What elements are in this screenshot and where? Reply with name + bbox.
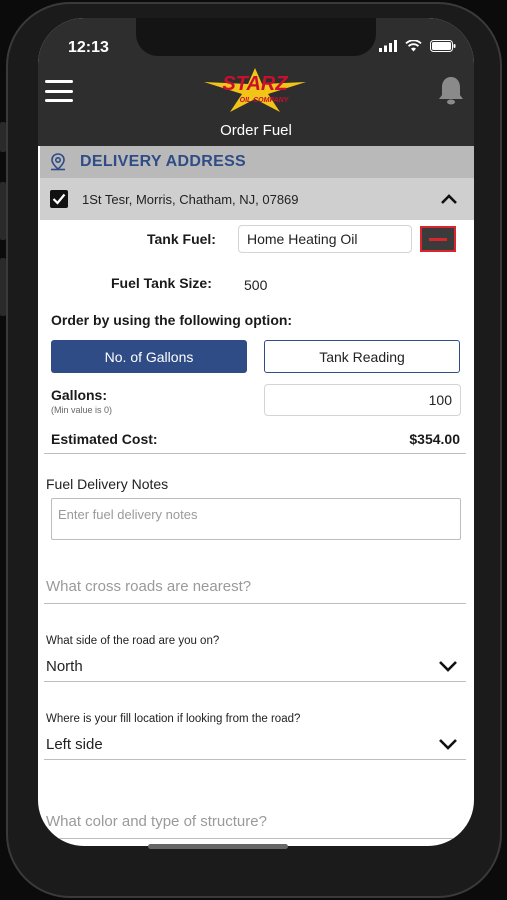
road-side-select[interactable]: North bbox=[46, 658, 83, 675]
remove-tank-button[interactable] bbox=[420, 226, 456, 252]
fill-location-select[interactable]: Left side bbox=[46, 736, 103, 753]
page-title: Order Fuel bbox=[220, 122, 292, 139]
gallons-label: Gallons: bbox=[51, 387, 108, 403]
gallons-hint: (Min value is 0) bbox=[51, 405, 113, 415]
chevron-down-icon[interactable] bbox=[438, 737, 458, 750]
delivery-address-title: DELIVERY ADDRESS bbox=[80, 153, 247, 170]
tank-fuel-label: Tank Fuel: bbox=[147, 231, 216, 247]
address-checkbox[interactable] bbox=[50, 190, 68, 208]
home-indicator[interactable] bbox=[148, 844, 288, 849]
status-icons bbox=[379, 40, 456, 52]
volume-down-button bbox=[0, 258, 6, 316]
fill-location-label: Where is your fill location if looking f… bbox=[46, 713, 301, 725]
cellular-icon bbox=[379, 40, 397, 52]
road-side-label: What side of the road are you on? bbox=[46, 635, 220, 647]
estimated-cost-label: Estimated Cost: bbox=[51, 431, 158, 447]
divider bbox=[44, 759, 466, 760]
notification-bell-icon[interactable] bbox=[435, 74, 467, 106]
volume-up-button bbox=[0, 182, 6, 240]
notes-label: Fuel Delivery Notes bbox=[46, 476, 169, 492]
battery-icon bbox=[430, 40, 456, 52]
checkmark-icon bbox=[52, 193, 66, 205]
address-row[interactable]: 1St Tesr, Morris, Chatham, NJ, 07869 bbox=[40, 178, 474, 220]
divider bbox=[44, 838, 466, 839]
gallons-option-button[interactable]: No. of Gallons bbox=[51, 340, 247, 373]
order-option-label: Order by using the following option: bbox=[51, 312, 293, 328]
tank-reading-option-button[interactable]: Tank Reading bbox=[264, 340, 460, 373]
divider bbox=[44, 681, 466, 682]
app-screen: 12:13 STARZ OIL COMPANY Order Fuel DELIV… bbox=[38, 18, 474, 846]
notes-input[interactable]: Enter fuel delivery notes bbox=[51, 498, 461, 540]
cross-roads-input[interactable]: What cross roads are nearest? bbox=[46, 578, 251, 595]
notes-placeholder: Enter fuel delivery notes bbox=[58, 507, 198, 522]
structure-input[interactable]: What color and type of structure? bbox=[46, 813, 267, 830]
tank-size-label: Fuel Tank Size: bbox=[111, 275, 212, 291]
location-pin-icon bbox=[51, 153, 65, 171]
tank-fuel-value: Home Heating Oil bbox=[247, 231, 358, 247]
svg-text:OIL COMPANY: OIL COMPANY bbox=[240, 97, 290, 104]
minus-icon bbox=[429, 237, 447, 241]
status-time: 12:13 bbox=[68, 39, 109, 56]
mute-switch bbox=[0, 122, 6, 152]
divider bbox=[44, 453, 466, 454]
wifi-icon bbox=[405, 40, 422, 52]
estimated-cost-value: $354.00 bbox=[409, 431, 460, 447]
chevron-up-icon[interactable] bbox=[440, 193, 458, 205]
chevron-down-icon[interactable] bbox=[438, 659, 458, 672]
starz-logo: STARZ OIL COMPANY bbox=[200, 66, 310, 114]
menu-icon[interactable] bbox=[45, 80, 73, 102]
divider bbox=[44, 603, 466, 604]
gallons-input[interactable]: 100 bbox=[264, 384, 461, 416]
svg-text:STARZ: STARZ bbox=[222, 73, 288, 95]
tank-size-value: 500 bbox=[244, 277, 268, 293]
tank-fuel-field[interactable]: Home Heating Oil bbox=[238, 225, 412, 253]
address-text: 1St Tesr, Morris, Chatham, NJ, 07869 bbox=[82, 191, 299, 207]
delivery-address-header: DELIVERY ADDRESS bbox=[40, 146, 474, 178]
gallons-value: 100 bbox=[428, 392, 452, 408]
notch bbox=[136, 18, 376, 56]
